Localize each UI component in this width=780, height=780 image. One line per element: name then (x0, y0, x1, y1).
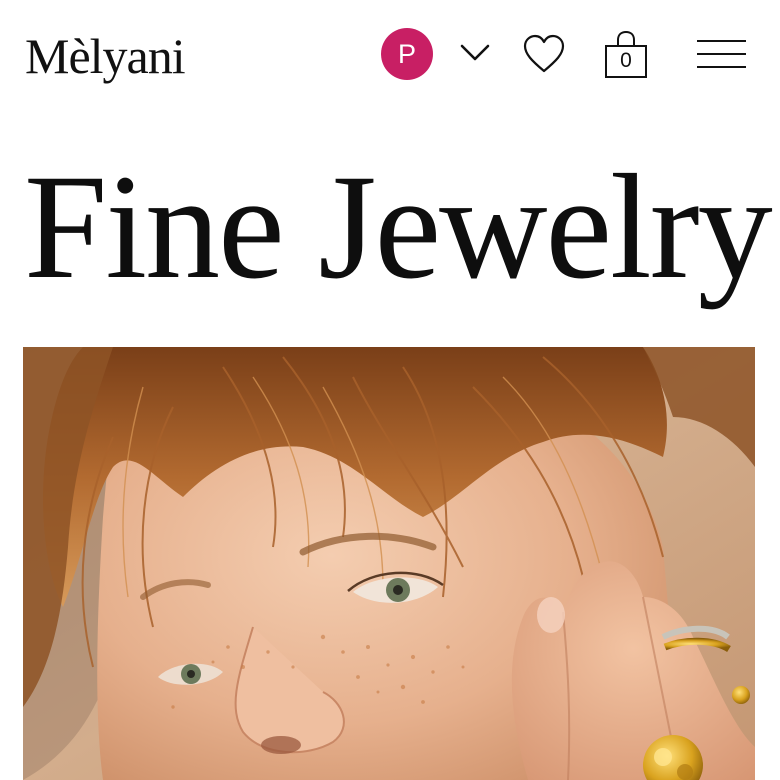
cart-button[interactable]: 0 (603, 30, 649, 80)
account-avatar-button[interactable]: P (381, 28, 433, 80)
page-title: Fine Jewelry (24, 144, 773, 310)
heart-icon (523, 34, 565, 73)
site-header: Mèlyani P 0 (0, 0, 780, 110)
hamburger-line (697, 53, 746, 55)
hamburger-menu-icon (697, 40, 746, 42)
wishlist-button[interactable] (522, 33, 566, 75)
account-initial: P (397, 39, 416, 69)
hero-image (23, 347, 755, 780)
hamburger-line (697, 66, 746, 68)
brand-logo[interactable]: Mèlyani (25, 24, 186, 88)
cart-count-badge: 0 (620, 49, 632, 72)
hero-photo (23, 347, 755, 780)
main-menu-button[interactable] (697, 38, 747, 70)
chevron-down-icon (460, 44, 490, 61)
account-menu-toggle[interactable] (459, 40, 491, 66)
